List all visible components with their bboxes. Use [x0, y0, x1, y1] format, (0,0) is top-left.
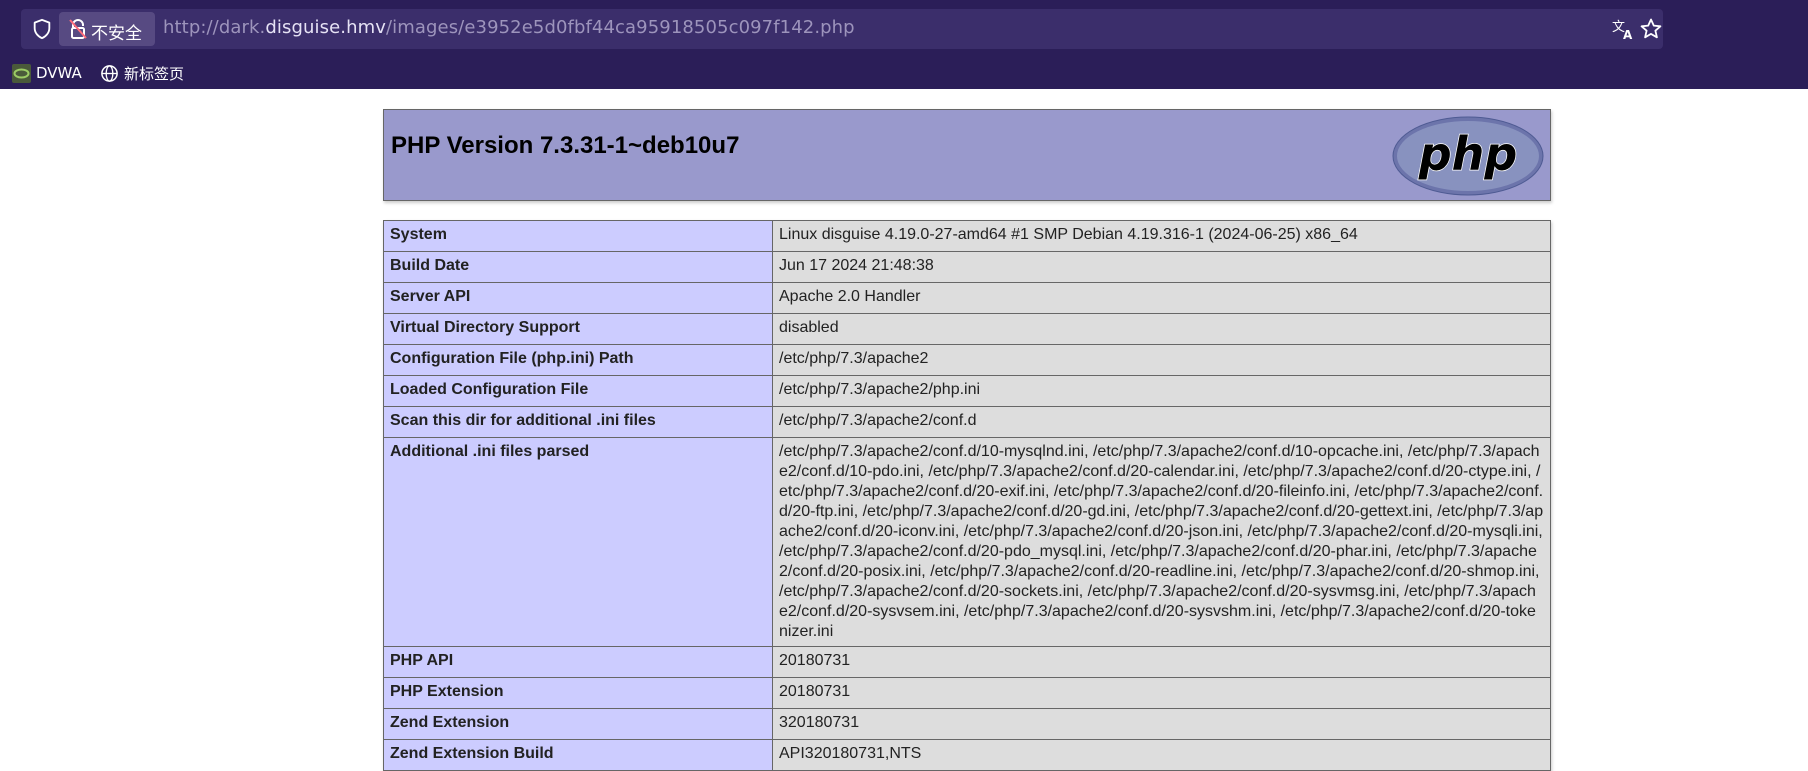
- url-path: /images/e3952e5d0fbf44ca95918505c097f142…: [385, 17, 855, 38]
- bookmark-label: 新标签页: [124, 64, 185, 83]
- setting-name: System: [383, 220, 773, 252]
- translate-icon[interactable]: 文 A: [1611, 17, 1635, 41]
- table-row: Loaded Configuration File/etc/php/7.3/ap…: [383, 375, 1551, 407]
- setting-name: Virtual Directory Support: [383, 313, 773, 345]
- table-row: PHP Extension 20180731: [383, 677, 1551, 709]
- bookmarks-bar: DVWA 新标签页: [0, 58, 1808, 89]
- setting-name: PHP API: [383, 646, 773, 678]
- setting-value: disabled: [772, 313, 1551, 345]
- setting-value: /etc/php/7.3/apache2: [772, 344, 1551, 376]
- bookmark-label: DVWA: [36, 64, 82, 82]
- setting-value: 20180731: [772, 646, 1551, 678]
- php-version-header: PHP Version 7.3.31-1~deb10u7 php: [383, 109, 1551, 201]
- setting-name: Zend Extension: [383, 708, 773, 740]
- setting-name: Additional .ini files parsed: [383, 437, 773, 647]
- php-logo[interactable]: php: [1392, 116, 1544, 196]
- setting-value: /etc/php/7.3/apache2/conf.d: [772, 406, 1551, 438]
- table-row: Configuration File (php.ini) Path/etc/ph…: [383, 344, 1551, 376]
- table-row: Virtual Directory Support disabled: [383, 313, 1551, 345]
- setting-name: Zend Extension Build: [383, 739, 773, 771]
- table-row: Build Date Jun 17 2024 21:48:38: [383, 251, 1551, 283]
- bookmark-dvwa[interactable]: DVWA: [12, 61, 82, 85]
- svg-text:A: A: [1623, 28, 1633, 41]
- setting-name: Server API: [383, 282, 773, 314]
- insecure-indicator[interactable]: 不安全: [59, 12, 155, 46]
- page-content: PHP Version 7.3.31-1~deb10u7 php System L…: [0, 89, 1808, 771]
- url-host: disguise.hmv: [265, 17, 386, 38]
- setting-value: 20180731: [772, 677, 1551, 709]
- setting-value: Jun 17 2024 21:48:38: [772, 251, 1551, 283]
- bookmark-star-icon[interactable]: [1639, 17, 1663, 41]
- table-row: Server API Apache 2.0 Handler: [383, 282, 1551, 314]
- php-info-table: System Linux disguise 4.19.0-27-amd64 #1 …: [383, 220, 1551, 771]
- table-row: Scan this dir for additional .ini files /…: [383, 406, 1551, 438]
- table-row: Zend Extension 320180731: [383, 708, 1551, 740]
- setting-value: /etc/php/7.3/apache2/conf.d/10-mysqlnd.i…: [772, 437, 1551, 647]
- table-row: PHP API 20180731: [383, 646, 1551, 678]
- insecure-lock-icon: [69, 19, 87, 39]
- php-logo-text: php: [1418, 127, 1518, 181]
- setting-value: Linux disguise 4.19.0-27-amd64 #1 SMP De…: [772, 220, 1551, 252]
- setting-name: Loaded Configuration File: [383, 375, 773, 407]
- setting-value: API320180731,NTS: [772, 739, 1551, 771]
- table-row: System Linux disguise 4.19.0-27-amd64 #1 …: [383, 220, 1551, 252]
- setting-value: 320180731: [772, 708, 1551, 740]
- setting-name: PHP Extension: [383, 677, 773, 709]
- address-bar[interactable]: 不安全 http://dark.disguise.hmv/images/e395…: [21, 9, 1663, 49]
- browser-toolbar: 不安全 http://dark.disguise.hmv/images/e395…: [0, 0, 1808, 58]
- bookmark-new-tab[interactable]: 新标签页: [100, 61, 184, 85]
- url-text[interactable]: http://dark.disguise.hmv/images/e3952e5d…: [163, 17, 855, 38]
- setting-value: Apache 2.0 Handler: [772, 282, 1551, 314]
- table-row: Additional .ini files parsed/etc/php/7.3…: [383, 437, 1551, 647]
- url-prefix: http://dark.: [163, 17, 266, 38]
- setting-value: /etc/php/7.3/apache2/php.ini: [772, 375, 1551, 407]
- setting-name: Configuration File (php.ini) Path: [383, 344, 773, 376]
- insecure-label: 不安全: [91, 24, 142, 44]
- page-title: PHP Version 7.3.31-1~deb10u7: [391, 132, 740, 159]
- dvwa-favicon-icon: [12, 63, 31, 83]
- table-row: Zend Extension Build API320180731,NTS: [383, 739, 1551, 771]
- setting-name: Scan this dir for additional .ini files: [383, 406, 773, 438]
- setting-name: Build Date: [383, 251, 773, 283]
- shield-icon[interactable]: [31, 18, 53, 40]
- globe-icon: [101, 64, 118, 82]
